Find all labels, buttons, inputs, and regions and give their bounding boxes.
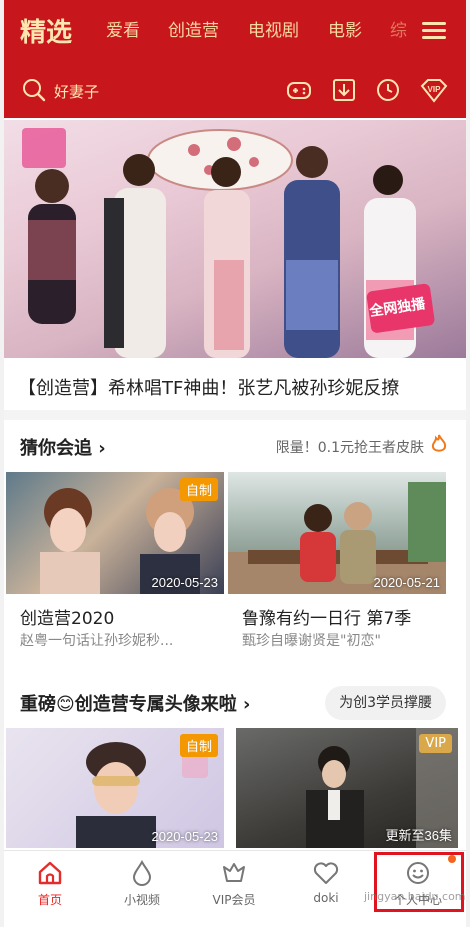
nav-short-video[interactable]: 小视频 <box>96 851 188 913</box>
promo-text[interactable]: 限量！0.1元抢王者皮肤 <box>276 437 424 457</box>
banner-caption[interactable]: 【创造营】希林唱TF神曲！张艺凡被孙珍妮反撩 <box>4 360 466 410</box>
card-date: 2020-05-23 <box>151 829 219 844</box>
nav-vip[interactable]: VIP会员 <box>188 851 280 913</box>
search-placeholder: 好妻子 <box>54 83 100 101</box>
nav-home[interactable]: 首页 <box>4 851 96 913</box>
tab-variety[interactable]: 综 <box>390 16 407 41</box>
support-button[interactable]: 为创3学员撑腰 <box>325 686 446 720</box>
tab-featured[interactable]: 精选 <box>20 12 72 49</box>
droplet-icon <box>132 859 152 886</box>
top-header: 精选 爱看 创造营 电视剧 电影 综 好妻子 VIP <box>4 0 466 118</box>
episode-status: 更新至36集 <box>385 828 452 843</box>
app-screen: 精选 爱看 创造营 电视剧 电影 综 好妻子 VIP 全网独播 【创造营】希林唱… <box>4 0 466 927</box>
watermark: jingyan.baidu.com <box>364 890 466 903</box>
nav-label: VIP会员 <box>212 893 256 907</box>
tab-aikan[interactable]: 爱看 <box>106 16 140 41</box>
svg-text:VIP: VIP <box>428 85 442 94</box>
video-thumbnail: 自制 2020-05-23 <box>6 728 224 848</box>
video-thumbnail: VIP 更新至36集 <box>236 728 458 848</box>
banner-illustration: 全网独播 <box>22 128 435 358</box>
download-icon[interactable] <box>330 76 358 104</box>
section-title-avatar[interactable]: 重磅😊创造营专属头像来啦 › <box>20 690 250 716</box>
section-title-guess[interactable]: 猜你会追 › <box>20 434 106 460</box>
tab-movies[interactable]: 电影 <box>328 16 362 41</box>
original-tag: 自制 <box>179 478 218 501</box>
original-tag: 自制 <box>179 734 218 757</box>
highlight-annotation <box>374 852 464 912</box>
flame-icon <box>431 434 447 452</box>
video-card[interactable]: 自制 2020-05-23 <box>6 728 224 848</box>
banner-title: 【创造营】希林唱TF神曲！张艺凡被孙珍妮反撩 <box>18 378 400 399</box>
search-bar[interactable]: 好妻子 <box>18 72 238 108</box>
video-card[interactable]: VIP 更新至36集 <box>236 728 458 848</box>
section-divider <box>4 410 466 420</box>
card-title: 创造营2020 <box>20 609 115 629</box>
hero-banner[interactable]: 全网独播 <box>4 120 466 358</box>
card-date: 2020-05-23 <box>151 575 219 590</box>
crown-icon <box>223 863 245 882</box>
menu-icon[interactable] <box>422 22 446 40</box>
show-logo <box>22 128 66 168</box>
card-subtitle: 赵粤一句话让孙珍妮秒... <box>20 633 174 649</box>
vip-tag: VIP <box>419 734 452 753</box>
tab-chuangzaoying[interactable]: 创造营 <box>168 16 219 41</box>
card-subtitle: 甄珍自曝谢贤是"初恋" <box>242 633 381 649</box>
home-icon <box>38 861 62 885</box>
heart-icon <box>313 862 339 884</box>
search-icon <box>23 79 46 102</box>
video-thumbnail: 2020-05-21 <box>228 472 446 594</box>
vip-icon[interactable]: VIP <box>418 76 450 104</box>
card-date: 2020-05-21 <box>373 575 441 590</box>
card-title: 鲁豫有约一日行 第7季 <box>242 609 412 629</box>
nav-label: 首页 <box>37 893 62 907</box>
game-icon[interactable] <box>285 76 313 104</box>
history-icon[interactable] <box>374 76 402 104</box>
nav-label: 小视频 <box>123 893 160 907</box>
nav-doki[interactable]: doki <box>280 851 372 913</box>
nav-label: doki <box>313 891 339 905</box>
channel-tabs: 精选 爱看 创造营 电视剧 电影 综 <box>4 0 466 62</box>
video-thumbnail: 自制 2020-05-23 <box>6 472 224 594</box>
tab-tv-series[interactable]: 电视剧 <box>248 16 299 41</box>
